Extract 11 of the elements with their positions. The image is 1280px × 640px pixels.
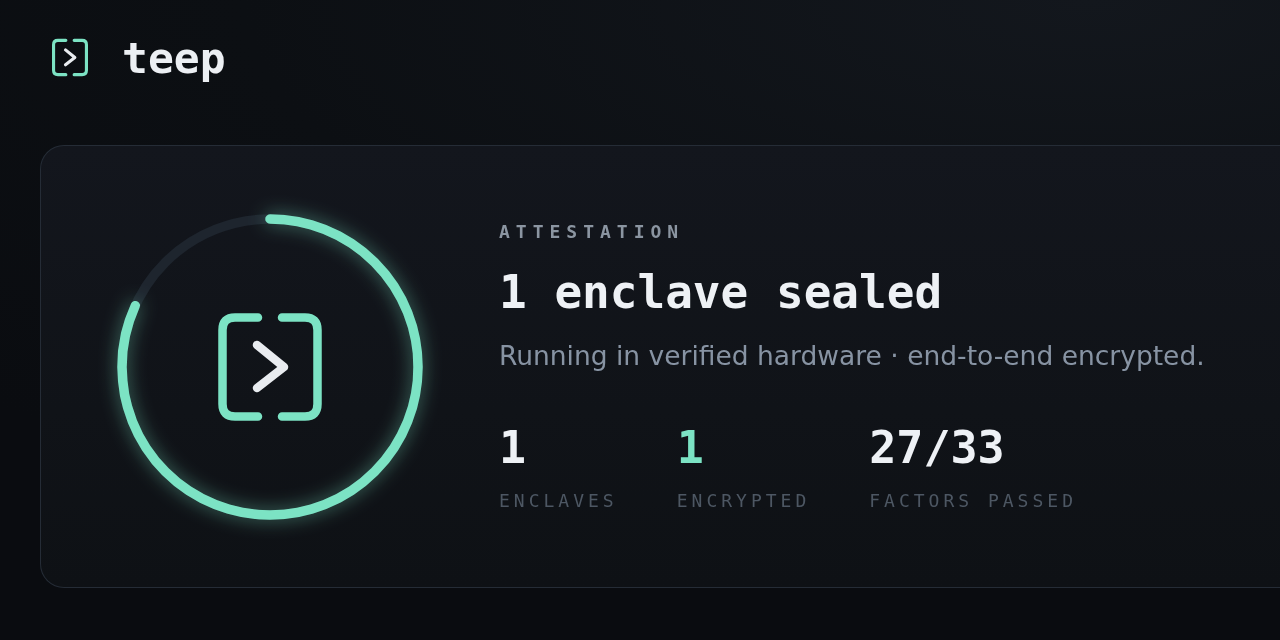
status-description: Running in verified hardware · end-to-end encrypted.: [499, 340, 1205, 372]
stat-label: ENCRYPTED: [676, 491, 811, 511]
stat-label: ENCLAVES: [499, 491, 618, 511]
status-title: 1 enclave sealed: [499, 265, 943, 319]
stat-value: 1: [499, 421, 527, 475]
logo-icon: [52, 38, 88, 77]
stat-value: 27/33: [869, 421, 1005, 475]
stat-label: FACTORS PASSED: [869, 491, 1077, 511]
bracket-chevron-icon: [218, 312, 322, 421]
stat-value: 1: [676, 421, 704, 475]
section-label: ATTESTATION: [499, 222, 685, 242]
